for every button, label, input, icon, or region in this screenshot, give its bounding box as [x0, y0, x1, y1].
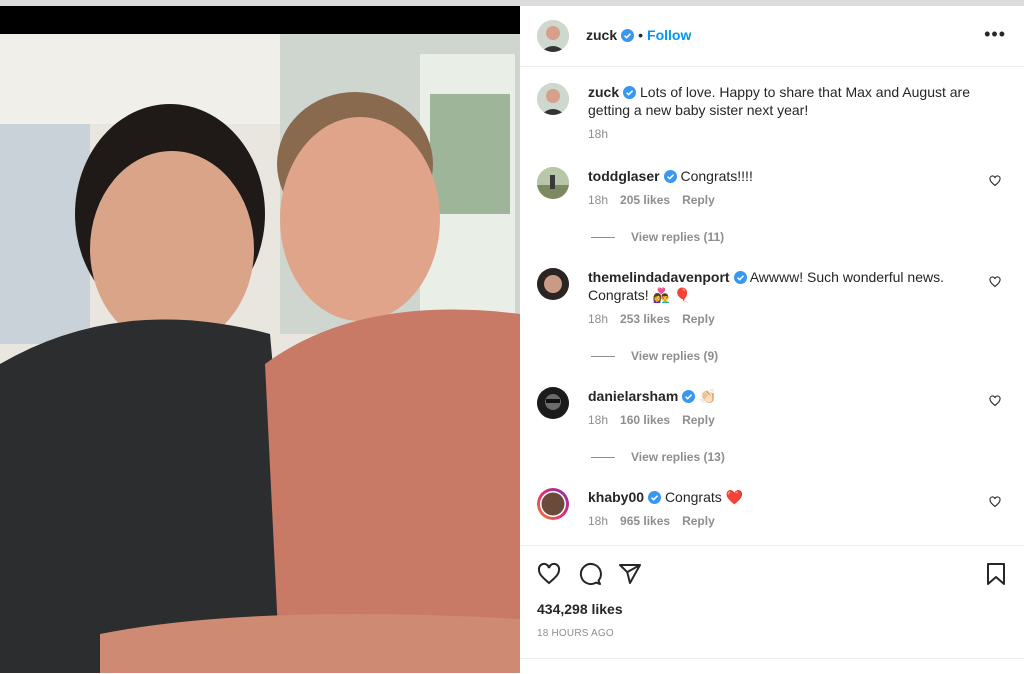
caption-username[interactable]: zuck: [588, 84, 619, 100]
comment-text: 👏🏻: [699, 388, 717, 404]
comment-text: Congrats ❤️: [664, 489, 744, 505]
comment-box-divider: [520, 658, 1024, 659]
commenter-avatar[interactable]: [537, 167, 569, 199]
more-options-icon[interactable]: •••: [984, 24, 1006, 45]
commenter-username[interactable]: khaby00: [588, 489, 644, 505]
comment-likes[interactable]: 160 likes: [620, 413, 670, 427]
heart-icon[interactable]: [537, 562, 561, 586]
like-comment-heart-icon[interactable]: [989, 276, 1001, 288]
replies-divider: [591, 356, 615, 358]
comment-text: Congrats!!!!: [680, 168, 753, 184]
author-avatar[interactable]: [537, 20, 569, 52]
reply-button[interactable]: Reply: [682, 193, 715, 207]
separator-dot: •: [638, 27, 644, 43]
verified-badge-icon: [733, 271, 747, 284]
reply-button[interactable]: Reply: [682, 413, 715, 427]
commenter-avatar[interactable]: [537, 488, 569, 520]
author-username[interactable]: zuck: [586, 27, 617, 43]
comment-likes[interactable]: 965 likes: [620, 514, 670, 528]
reply-button[interactable]: Reply: [682, 514, 715, 528]
commenter-username[interactable]: themelindadavenport: [588, 269, 730, 285]
share-icon[interactable]: [618, 562, 642, 586]
comment-time: 18h: [588, 193, 609, 207]
post-photo[interactable]: [0, 34, 520, 673]
follow-button[interactable]: Follow: [647, 27, 691, 43]
post-likes-count[interactable]: 434,298 likes: [537, 601, 623, 617]
replies-divider: [591, 237, 615, 239]
verified-badge-icon: [663, 170, 677, 183]
like-comment-heart-icon[interactable]: [989, 395, 1001, 407]
like-comment-heart-icon[interactable]: [989, 175, 1001, 187]
comment-likes[interactable]: 253 likes: [620, 312, 670, 326]
comment-likes[interactable]: 205 likes: [620, 193, 670, 207]
comment-time: 18h: [588, 312, 609, 326]
bookmark-icon[interactable]: [984, 562, 1008, 586]
commenter-avatar[interactable]: [537, 268, 569, 300]
commenter-username[interactable]: toddglaser: [588, 168, 660, 184]
commenter-avatar[interactable]: [537, 387, 569, 419]
author-avatar[interactable]: [537, 83, 569, 115]
comments-list: zuck Lots of love. Happy to share that M…: [520, 67, 1024, 545]
verified-badge-icon: [621, 29, 635, 42]
view-replies-label: View replies (13): [631, 450, 725, 464]
view-replies-label: View replies (9): [631, 349, 719, 363]
post-sidebar: zuck • Follow ••• zuck Lots of love. Happy…: [520, 6, 1024, 673]
comment-time: 18h: [588, 413, 609, 427]
post-timestamp: 18 HOURS AGO: [537, 628, 614, 639]
verified-badge-icon: [648, 491, 662, 504]
view-replies-button[interactable]: View replies (13): [591, 450, 725, 464]
instagram-post-modal: zuck • Follow ••• zuck Lots of love. Happy…: [0, 0, 1024, 673]
commenter-username[interactable]: danielarsham: [588, 388, 678, 404]
caption-text: Lots of love. Happy to share that Max an…: [588, 84, 970, 118]
verified-badge-icon: [682, 390, 696, 403]
like-comment-heart-icon[interactable]: [989, 496, 1001, 508]
view-replies-button[interactable]: View replies (11): [591, 230, 724, 244]
reply-button[interactable]: Reply: [682, 312, 715, 326]
post-photo-pane: [0, 6, 520, 673]
comment-time: 18h: [588, 514, 609, 528]
replies-divider: [591, 457, 615, 459]
comment-icon[interactable]: [578, 562, 602, 586]
post-actions: 434,298 likes 18 HOURS AGO: [520, 545, 1024, 674]
view-replies-button[interactable]: View replies (9): [591, 349, 718, 363]
post-header: zuck • Follow •••: [520, 6, 1024, 67]
caption-time: 18h: [588, 127, 609, 141]
view-replies-label: View replies (11): [631, 230, 725, 244]
verified-badge-icon: [623, 86, 637, 99]
